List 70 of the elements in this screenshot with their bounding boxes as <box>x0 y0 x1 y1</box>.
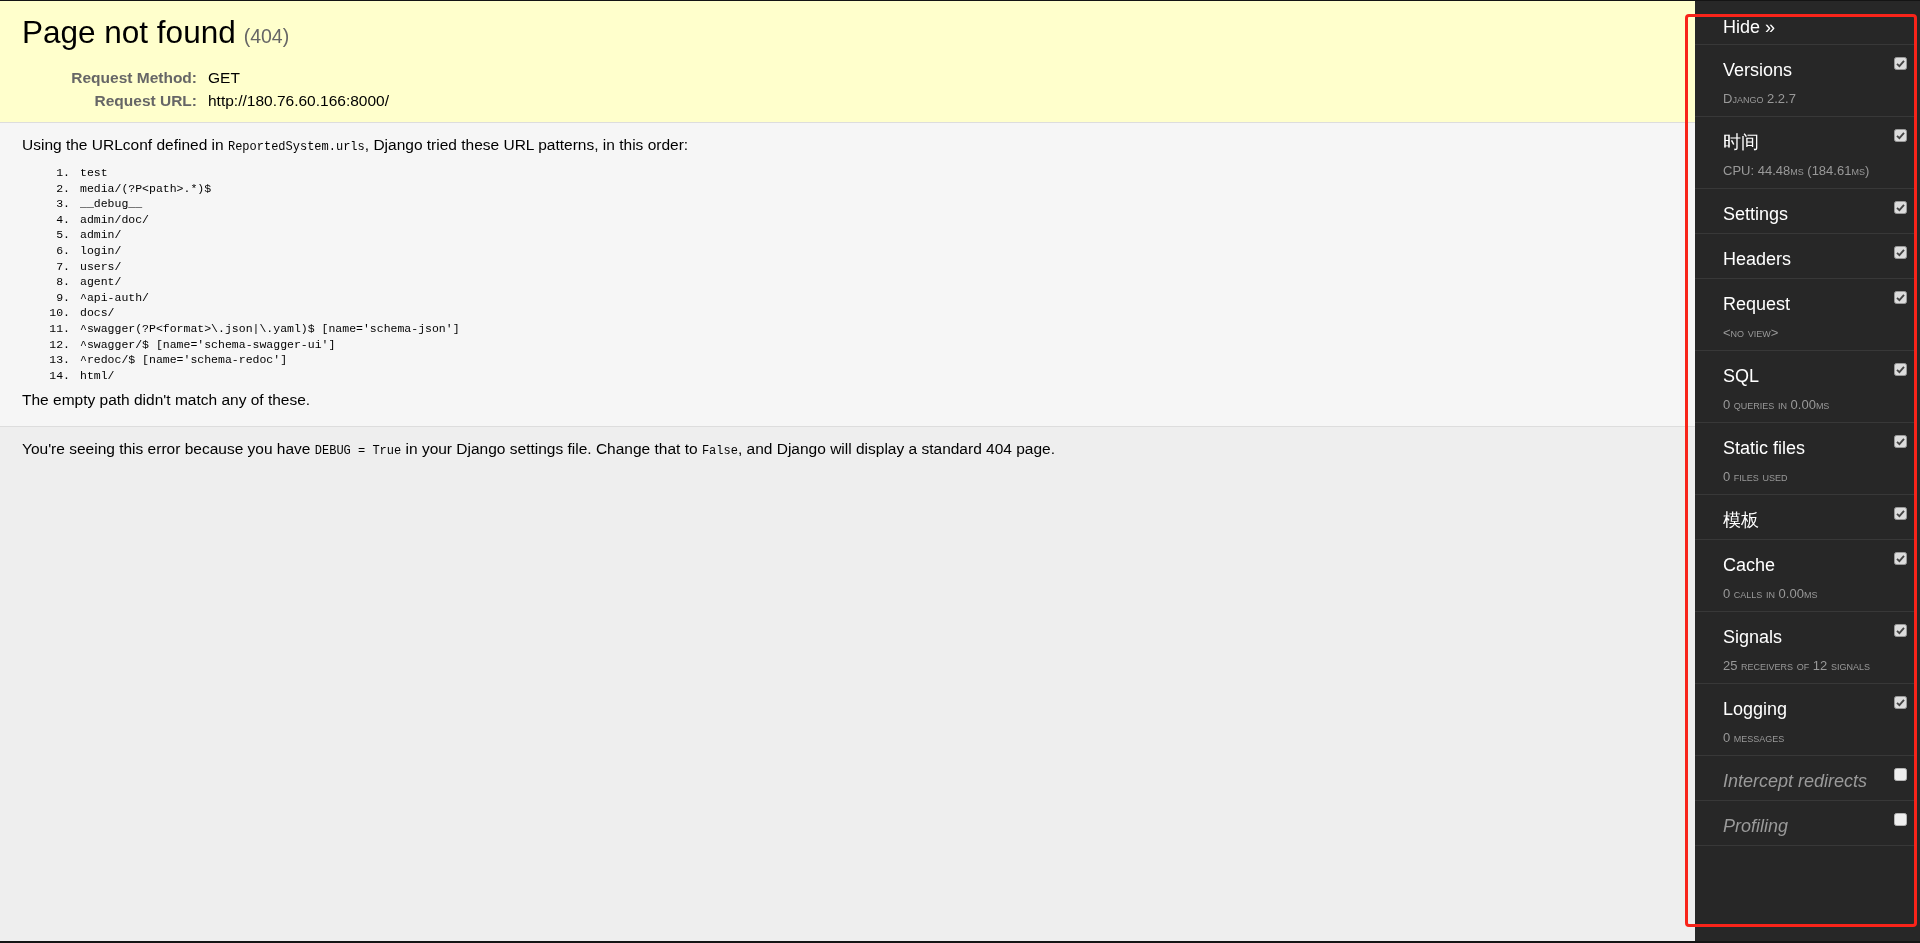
pattern-number: 14. <box>48 367 70 384</box>
panel-summary: Django 2.2.7 <box>1723 90 1796 108</box>
panel-link[interactable]: Cache <box>1723 554 1776 576</box>
url-pattern: ^redoc/$ [name='schema-redoc'] <box>80 352 288 368</box>
url-pattern: docs/ <box>80 305 115 321</box>
panel-summary: CPU: 44.48ms (184.61ms) <box>1723 162 1870 180</box>
url-pattern: login/ <box>80 242 122 259</box>
url-pattern: ^swagger(?P<format>\.json|\.yaml)$ [name='schema-json'] <box>80 320 460 337</box>
checkbox[interactable] <box>1894 696 1907 709</box>
checkbox[interactable] <box>1894 201 1907 214</box>
checkbox[interactable] <box>1894 768 1907 781</box>
pattern-number: 12. <box>48 336 70 353</box>
url-pattern: admin/ <box>80 227 122 243</box>
pattern-number: 5. <box>55 227 70 243</box>
panel-summary: 0 files used <box>1723 468 1788 486</box>
url-pattern: media/(?P<path>.*)$ <box>80 180 212 197</box>
panel-link[interactable]: 时间 <box>1723 131 1759 153</box>
panel-link[interactable]: 模板 <box>1723 509 1759 531</box>
url-pattern: admin/doc/ <box>80 211 149 228</box>
url-pattern: test <box>80 165 108 181</box>
url-pattern: agent/ <box>80 274 122 290</box>
pattern-number: 9. <box>55 289 70 306</box>
checkbox[interactable] <box>1894 291 1907 304</box>
pattern-number: 4. <box>55 211 70 228</box>
url-pattern: ^api-auth/ <box>80 289 149 306</box>
pattern-number: 8. <box>55 274 70 290</box>
checkbox[interactable] <box>1894 57 1907 70</box>
no-match-message: The empty path didn't match any of these. <box>22 390 311 411</box>
checkbox[interactable] <box>1894 246 1907 259</box>
pattern-number: 6. <box>55 242 70 259</box>
panel-link[interactable]: Versions <box>1723 59 1793 81</box>
panel-link[interactable]: Static files <box>1723 437 1806 459</box>
hide-link[interactable]: Hide » <box>1723 17 1776 37</box>
checkbox[interactable] <box>1894 813 1907 826</box>
checkbox[interactable] <box>1894 435 1907 448</box>
panel-summary: 0 queries in 0.00ms <box>1723 396 1830 414</box>
checkbox[interactable] <box>1894 129 1907 142</box>
panel-summary: <no view> <box>1723 324 1779 342</box>
pattern-number: 3. <box>55 196 70 212</box>
pattern-number: 13. <box>48 352 70 368</box>
page-title: Page not found <box>22 14 236 50</box>
url-pattern: html/ <box>80 367 115 384</box>
url-pattern: ^swagger/$ [name='schema-swagger-ui'] <box>80 336 336 353</box>
status-code: (404) <box>243 25 290 47</box>
pattern-number: 2. <box>55 180 70 197</box>
panel-link[interactable]: Intercept redirects <box>1723 770 1868 792</box>
panel-link[interactable]: Request <box>1723 293 1791 315</box>
pattern-number: 7. <box>55 258 70 275</box>
url-pattern: __debug__ <box>80 196 143 212</box>
panel-link[interactable]: Logging <box>1723 698 1788 720</box>
panel-link[interactable]: Signals <box>1723 626 1783 648</box>
request-value: GET <box>208 68 240 88</box>
panel-link[interactable]: Profiling <box>1723 815 1789 837</box>
request-value: http://180.76.60.166:8000/ <box>208 91 389 111</box>
pattern-number: 10. <box>48 305 70 321</box>
checkbox[interactable] <box>1894 624 1907 637</box>
panel-summary: 0 messages <box>1723 729 1785 747</box>
checkbox[interactable] <box>1894 552 1907 565</box>
panel-summary: 25 receivers of 12 signals <box>1723 657 1870 675</box>
checkbox[interactable] <box>1894 363 1907 376</box>
panel-summary: 0 calls in 0.00ms <box>1723 585 1818 603</box>
request-label: Request URL: <box>94 91 197 111</box>
pattern-number: 11. <box>48 320 70 337</box>
panel-link[interactable]: SQL <box>1723 365 1760 387</box>
request-label: Request Method: <box>71 68 197 88</box>
panel-link[interactable]: Headers <box>1723 248 1792 270</box>
url-pattern: users/ <box>80 258 122 275</box>
checkbox[interactable] <box>1894 507 1907 520</box>
pattern-number: 1. <box>55 165 70 181</box>
panel-link[interactable]: Settings <box>1723 203 1789 225</box>
